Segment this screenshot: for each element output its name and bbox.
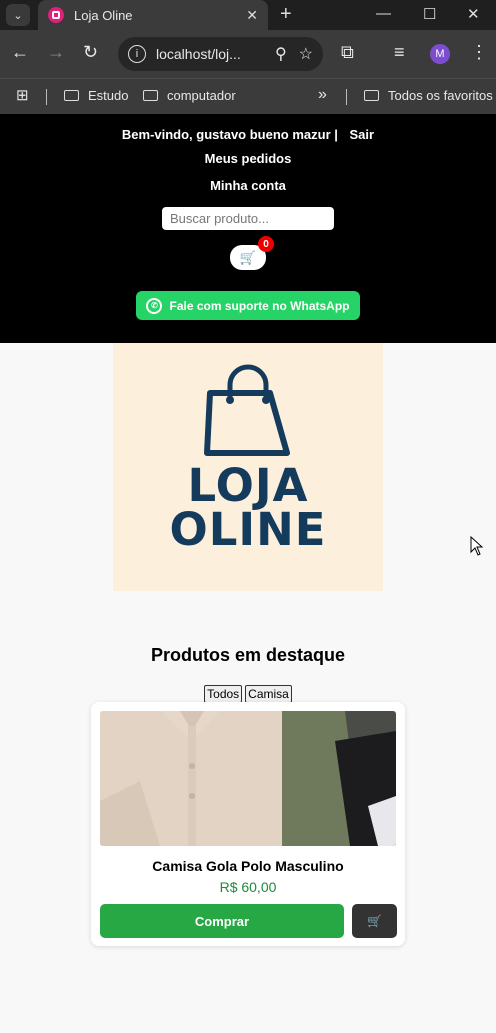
bookmark-label: Estudo xyxy=(88,88,129,103)
bookmark-label: computador xyxy=(167,88,236,103)
tab-search-button[interactable]: ⌄ xyxy=(6,4,30,26)
category-filters: Todos Camisa xyxy=(0,685,496,703)
shopping-bag-icon xyxy=(204,364,290,456)
zoom-icon[interactable]: ⚲ xyxy=(275,44,287,64)
close-tab-icon[interactable]: ✕ xyxy=(246,7,258,24)
folder-icon xyxy=(143,90,158,101)
featured-products-title: Produtos em destaque xyxy=(150,645,346,665)
store-logo: LOJA OLINE xyxy=(113,343,383,591)
folder-icon xyxy=(64,90,79,101)
reload-icon[interactable]: ↻ xyxy=(83,42,98,63)
extensions-icon[interactable]: ⧉ xyxy=(341,42,354,63)
site-info-icon[interactable]: i xyxy=(128,45,146,63)
browser-tab[interactable]: Loja Oline ✕ xyxy=(38,0,268,30)
browser-toolbar: ← → ↻ i localhost/loj... ⚲ ☆ ⧉ ≡ M ⋮ xyxy=(0,30,496,78)
logout-link[interactable]: Sair xyxy=(350,127,375,142)
buy-button[interactable]: Comprar xyxy=(100,904,344,938)
browser-tabbar: ⌄ Loja Oline ✕ + — ☐ ✕ xyxy=(0,0,496,30)
cart-icon: 🛒 xyxy=(239,249,257,265)
whatsapp-support-button[interactable]: ✆ Fale com suporte no WhatsApp xyxy=(136,291,360,320)
new-tab-icon[interactable]: + xyxy=(280,3,292,26)
site-favicon-icon xyxy=(48,7,64,23)
bookmark-divider xyxy=(346,89,347,105)
mouse-cursor-icon xyxy=(470,536,484,556)
cart-count-badge: 0 xyxy=(258,236,274,252)
filter-todos-button[interactable]: Todos xyxy=(204,685,243,703)
minimize-icon[interactable]: — xyxy=(376,5,391,22)
welcome-text: Bem-vindo, gustavo bueno mazur | xyxy=(121,127,338,142)
bookmarks-bar: ⊞ Estudo computador » Todos os favoritos xyxy=(0,78,496,114)
polo-shirt-photo xyxy=(100,711,396,846)
apps-icon[interactable]: ⊞ xyxy=(16,86,29,104)
cart-icon: 🛒 xyxy=(367,914,382,928)
profile-avatar[interactable]: M xyxy=(430,44,450,64)
forward-icon[interactable]: → xyxy=(47,42,65,63)
welcome-line: Bem-vindo, gustavo bueno mazur | Sair xyxy=(0,127,496,142)
bookmark-divider xyxy=(46,89,47,105)
whatsapp-label: Fale com suporte no WhatsApp xyxy=(169,298,350,313)
close-window-icon[interactable]: ✕ xyxy=(467,5,480,23)
filter-camisa-button[interactable]: Camisa xyxy=(245,685,292,703)
whatsapp-icon: ✆ xyxy=(146,297,163,314)
my-orders-link[interactable]: Meus pedidos xyxy=(0,151,496,166)
address-bar[interactable]: i localhost/loj... ⚲ ☆ xyxy=(118,37,323,71)
folder-icon xyxy=(364,90,379,101)
add-to-cart-button[interactable]: 🛒 xyxy=(352,904,397,938)
site-header: Bem-vindo, gustavo bueno mazur | Sair Me… xyxy=(0,114,496,343)
url-text: localhost/loj... xyxy=(156,46,241,62)
product-image[interactable] xyxy=(100,711,396,846)
product-price: R$ 60,00 xyxy=(219,879,277,895)
back-icon[interactable]: ← xyxy=(11,42,29,63)
bookmark-folder-estudo[interactable]: Estudo xyxy=(64,88,128,103)
logo-text-line-2: OLINE xyxy=(169,503,327,556)
product-name: Camisa Gola Polo Masculino xyxy=(152,858,344,874)
my-account-link[interactable]: Minha conta xyxy=(0,178,496,193)
bookmark-star-icon[interactable]: ☆ xyxy=(299,44,313,64)
maximize-icon[interactable]: ☐ xyxy=(423,5,436,23)
bookmark-folder-computador[interactable]: computador xyxy=(143,88,236,103)
tab-title: Loja Oline xyxy=(74,7,133,23)
bookmark-folder-all[interactable]: Todos os favoritos xyxy=(364,88,493,103)
product-card: Camisa Gola Polo Masculino R$ 60,00 Comp… xyxy=(91,702,405,946)
media-control-icon[interactable]: ≡ xyxy=(394,42,405,63)
search-input[interactable] xyxy=(162,207,334,230)
browser-menu-icon[interactable]: ⋮ xyxy=(470,42,488,63)
bookmarks-overflow-icon[interactable]: » xyxy=(318,86,327,104)
bookmark-label: Todos os favoritos xyxy=(388,88,493,103)
